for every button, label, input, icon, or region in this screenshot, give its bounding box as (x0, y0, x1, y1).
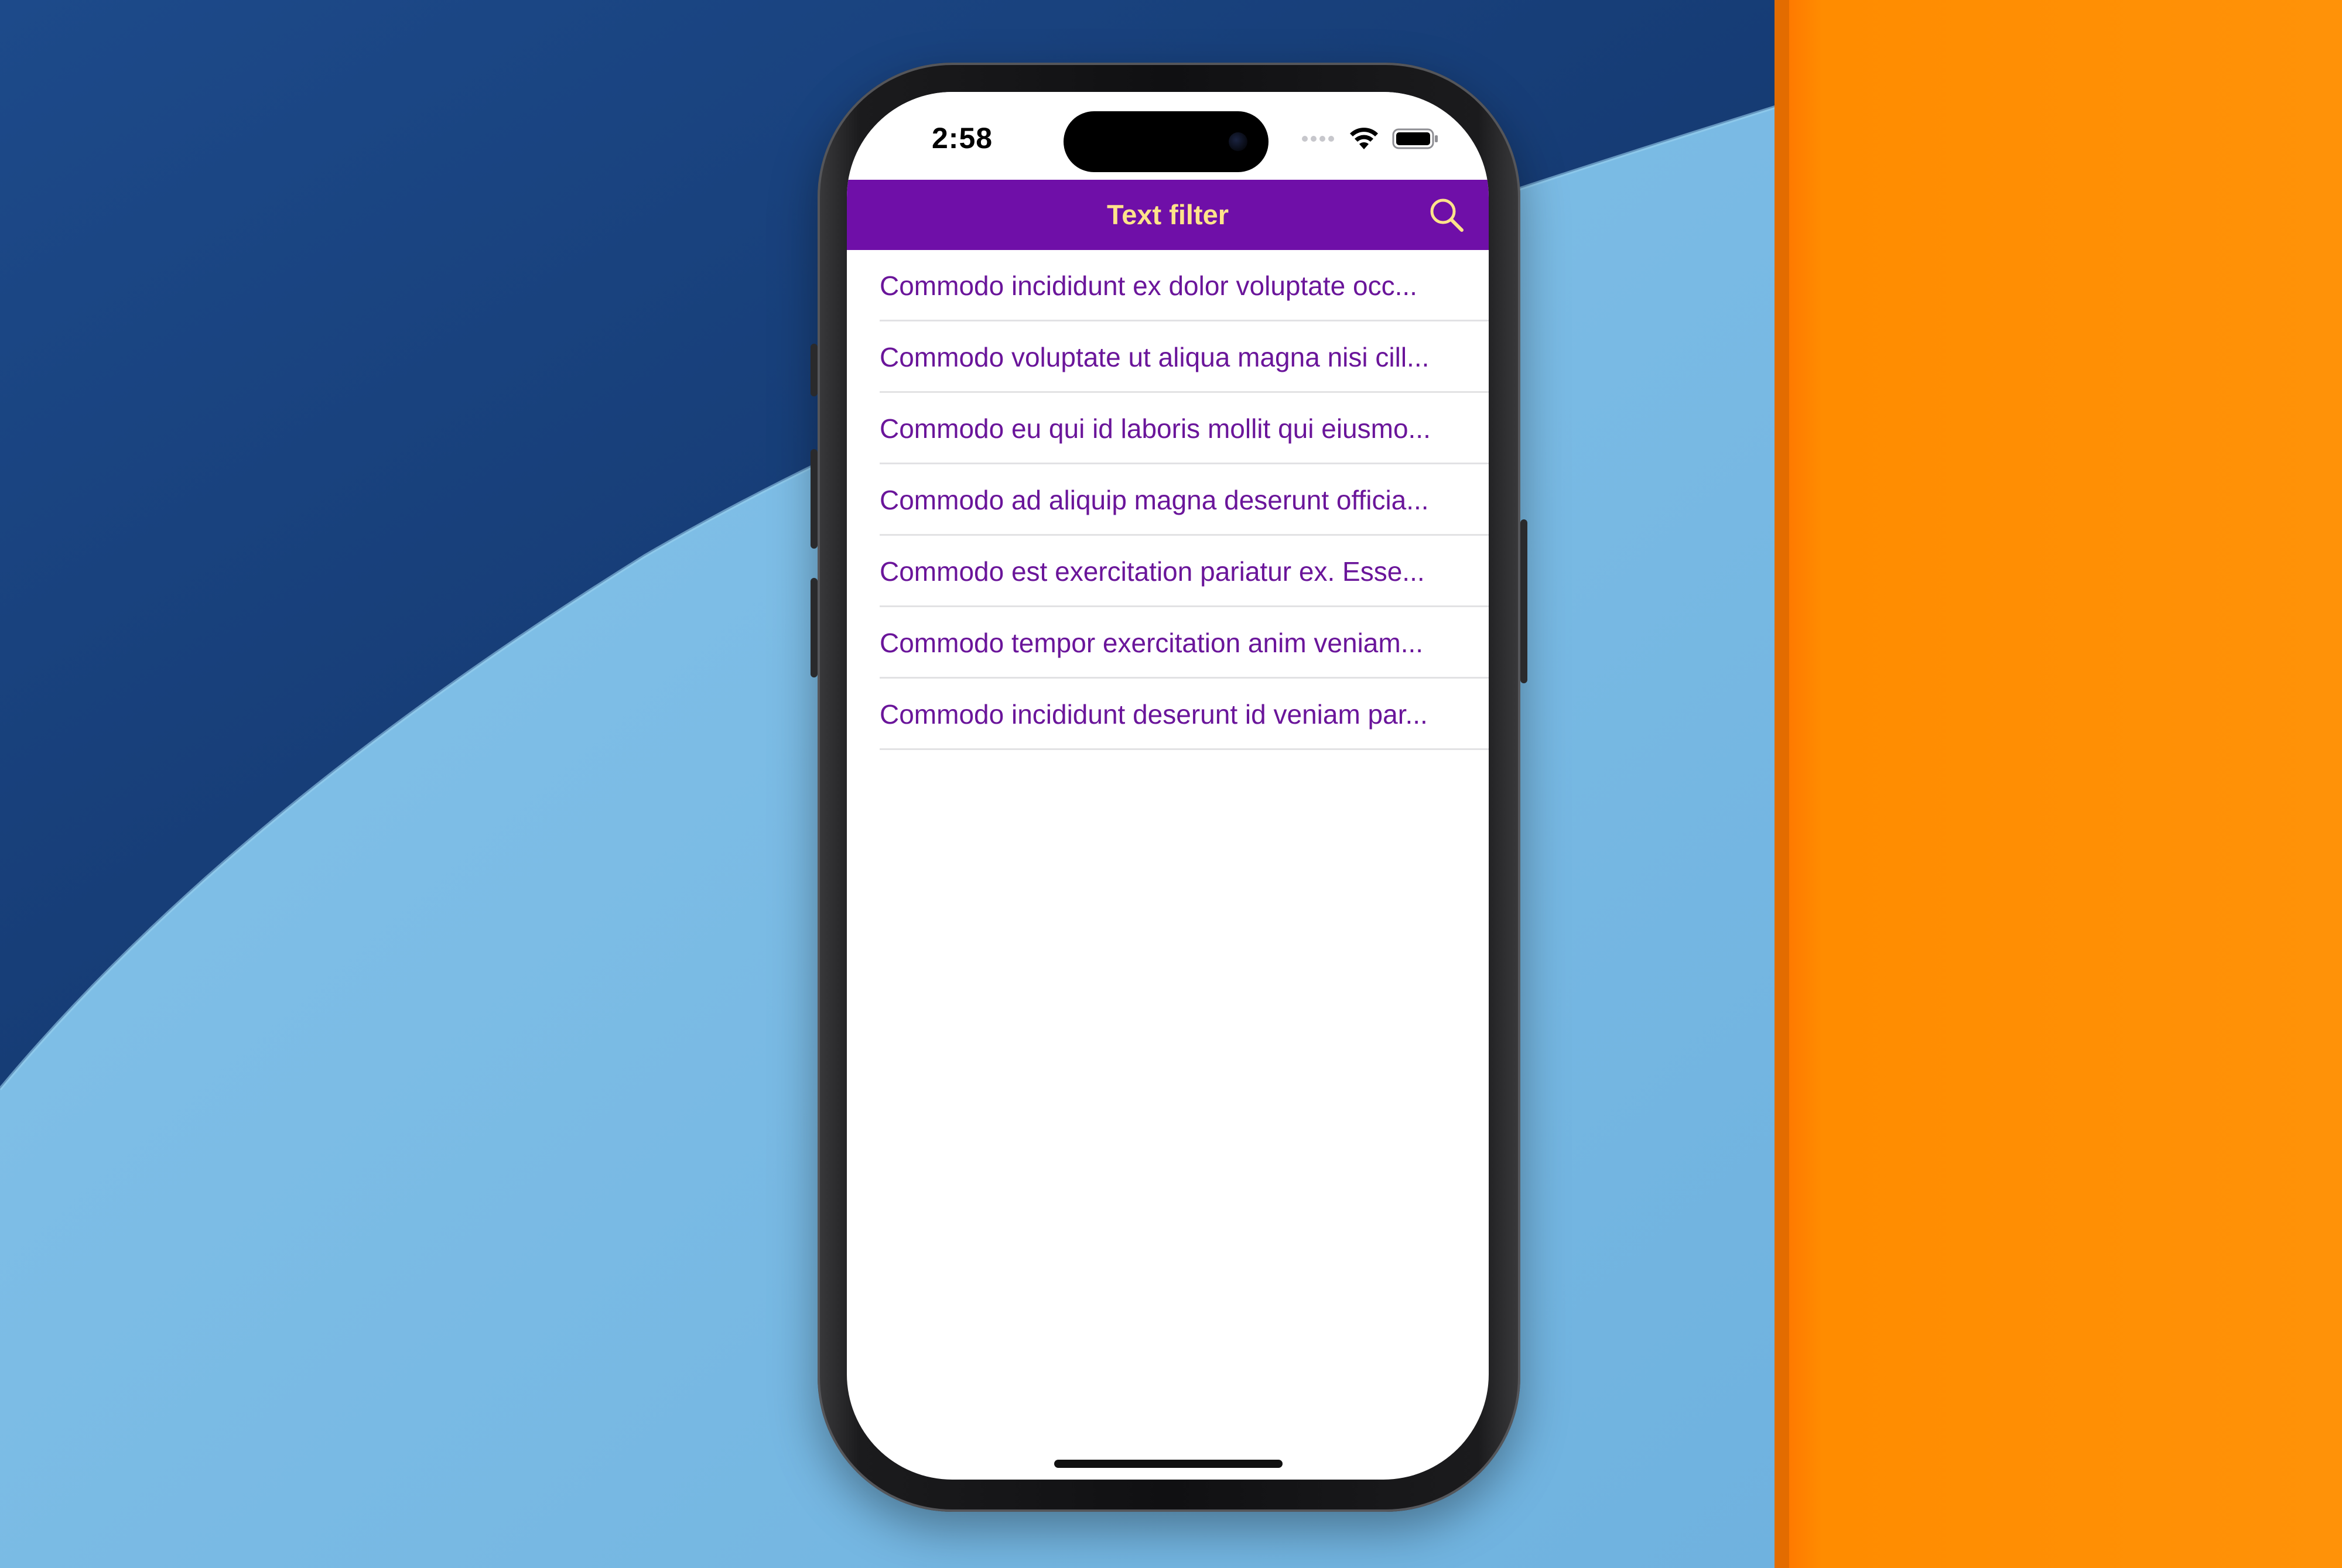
list-item-label: Commodo voluptate ut aliqua magna nisi c… (880, 342, 1430, 372)
list-item[interactable]: Commodo est exercitation pariatur ex. Es… (880, 536, 1489, 607)
phone-frame: 2:58 Text filter Commodo incididunt ex d… (811, 63, 1527, 1512)
list-item[interactable]: Commodo tempor exercitation anim veniam.… (880, 607, 1489, 679)
list-item-label: Commodo incididunt ex dolor voluptate oc… (880, 271, 1417, 301)
list-item[interactable]: Commodo voluptate ut aliqua magna nisi c… (880, 321, 1489, 393)
phone-screen: 2:58 Text filter Commodo incididunt ex d… (847, 92, 1489, 1480)
list-item[interactable]: Commodo eu qui id laboris mollit qui eiu… (880, 393, 1489, 464)
status-time: 2:58 (932, 122, 993, 155)
signal-dots-icon (1302, 136, 1334, 142)
volume-down-button (811, 578, 818, 677)
dynamic-island (1064, 111, 1269, 172)
action-button (811, 344, 818, 396)
list-item-label: Commodo est exercitation pariatur ex. Es… (880, 556, 1425, 587)
wifi-icon (1350, 128, 1378, 149)
page-title: Text filter (1106, 199, 1229, 230)
search-icon (1430, 198, 1464, 232)
power-button (1520, 519, 1527, 683)
text-list: Commodo incididunt ex dolor voluptate oc… (847, 250, 1489, 750)
front-camera-icon (1229, 132, 1247, 151)
status-bar: 2:58 (847, 92, 1489, 180)
home-indicator[interactable] (1054, 1460, 1283, 1468)
list-item-label: Commodo eu qui id laboris mollit qui eiu… (880, 413, 1431, 444)
status-icons (1301, 127, 1439, 150)
list-item-label: Commodo ad aliquip magna deserunt offici… (880, 485, 1429, 515)
list-item-label: Commodo incididunt deserunt id veniam pa… (880, 699, 1428, 730)
list-item[interactable]: Commodo ad aliquip magna deserunt offici… (880, 464, 1489, 536)
battery-icon (1392, 128, 1438, 149)
list-item[interactable]: Commodo incididunt ex dolor voluptate oc… (880, 250, 1489, 321)
search-button[interactable] (1428, 196, 1465, 234)
volume-up-button (811, 449, 818, 549)
list-item-label: Commodo tempor exercitation anim veniam.… (880, 628, 1424, 658)
navigation-bar: Text filter (847, 180, 1489, 250)
list-item[interactable]: Commodo incididunt deserunt id veniam pa… (880, 679, 1489, 750)
